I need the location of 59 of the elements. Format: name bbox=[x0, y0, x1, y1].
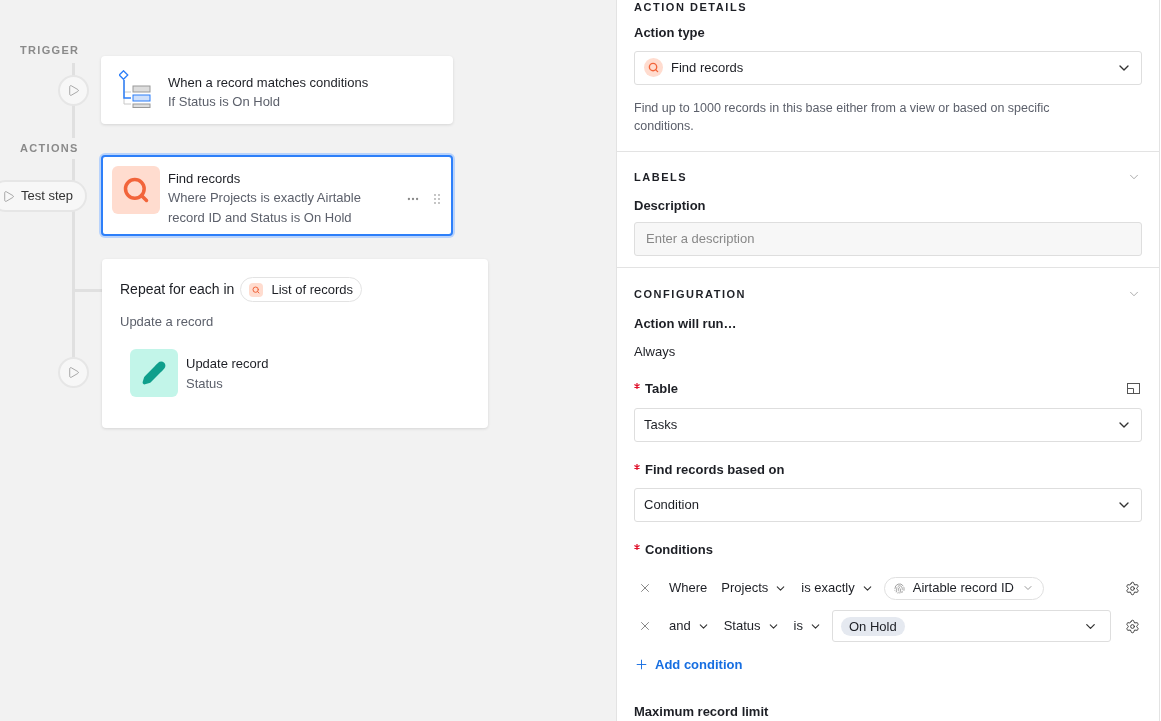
description-field[interactable]: Enter a description bbox=[634, 221, 1142, 256]
tree-icon bbox=[119, 70, 153, 108]
section-heading: CONFIGURATION bbox=[634, 287, 747, 302]
drag-handle-icon[interactable] bbox=[434, 193, 440, 205]
field-label: Action type bbox=[634, 24, 706, 42]
repeat-card[interactable]: Repeat for each in List of records Update a record Update record Status bbox=[102, 259, 488, 428]
step-subtitle: If Status is On Hold bbox=[168, 93, 281, 111]
table-icon[interactable] bbox=[1127, 382, 1140, 394]
required-icon bbox=[634, 464, 640, 471]
field-label: Maximum record limit bbox=[634, 702, 770, 721]
settings-icon[interactable] bbox=[1125, 580, 1140, 596]
field-label: Table bbox=[645, 379, 678, 398]
fingerprint-icon bbox=[893, 582, 905, 594]
condition-dropdown[interactable]: Projects bbox=[721, 578, 788, 598]
field-label: Find records based on bbox=[645, 461, 785, 479]
run-button[interactable] bbox=[58, 75, 89, 106]
search-icon bbox=[249, 282, 264, 297]
repeat-subtitle: Update a record bbox=[120, 313, 215, 331]
play-icon bbox=[67, 366, 80, 379]
value-select-field[interactable]: On Hold bbox=[831, 610, 1111, 642]
status-tag: On Hold bbox=[840, 616, 905, 636]
select-field[interactable]: Find records bbox=[634, 50, 1142, 85]
step-card[interactable]: When a record matches conditions If Status is On Hold bbox=[101, 56, 453, 124]
condition-dropdown[interactable]: is exactly bbox=[801, 578, 874, 598]
step-subtitle: Where Projects is exactly Airtable record ID and Status is On Hold bbox=[168, 189, 362, 227]
step-title: When a record matches conditions bbox=[168, 74, 370, 92]
field-label: Conditions bbox=[645, 540, 713, 559]
section-heading: LABELS bbox=[634, 169, 688, 185]
section-label: ACTIONS bbox=[20, 138, 79, 159]
required-icon bbox=[634, 543, 640, 550]
help-text: Find up to 1000 records in this base either from a view or based on specific conditions. bbox=[634, 99, 1051, 135]
condition-dropdown[interactable]: and bbox=[669, 616, 710, 636]
search-icon bbox=[644, 58, 663, 77]
play-icon bbox=[2, 189, 15, 203]
play-icon bbox=[67, 84, 80, 97]
plus-icon bbox=[634, 657, 649, 673]
select-field[interactable]: Condition bbox=[634, 487, 1142, 522]
step-title: Find records bbox=[168, 170, 242, 188]
required-icon bbox=[634, 382, 640, 389]
step-card[interactable]: Find records Where Projects is exactly Airtable record ID and Status is On Hold bbox=[101, 155, 453, 236]
test-step-button[interactable]: Test step bbox=[0, 180, 88, 212]
add-condition-button[interactable]: Add condition bbox=[634, 655, 743, 675]
select-field[interactable]: Tasks bbox=[634, 408, 1142, 442]
step-title: Update record bbox=[186, 354, 269, 373]
remove-icon[interactable] bbox=[638, 581, 652, 595]
repeat-title: Repeat for each in bbox=[120, 280, 235, 299]
field-label: Description bbox=[634, 197, 707, 215]
condition-dropdown[interactable]: is bbox=[793, 616, 822, 636]
search-icon bbox=[122, 176, 150, 204]
run-value: Always bbox=[634, 343, 677, 361]
settings-icon[interactable] bbox=[1125, 618, 1140, 634]
pencil-icon bbox=[142, 360, 166, 385]
step-subtitle: Status bbox=[186, 374, 224, 393]
condition-dropdown[interactable]: Status bbox=[723, 616, 780, 636]
run-button[interactable] bbox=[58, 357, 89, 388]
section-heading: ACTION DETAILS bbox=[634, 1, 748, 13]
remove-icon[interactable] bbox=[638, 619, 652, 633]
field-label: Action will run… bbox=[634, 314, 738, 333]
condition-dropdown[interactable]: Where bbox=[669, 578, 708, 598]
